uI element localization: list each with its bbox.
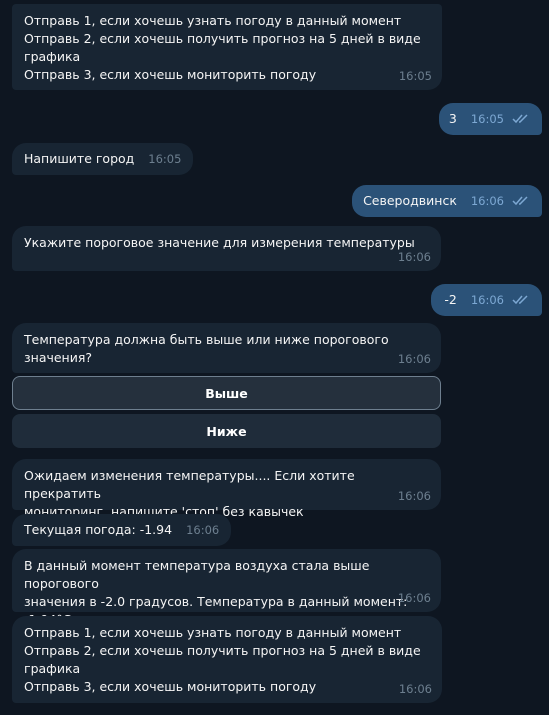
message-text: -2 [444,292,457,307]
message-time: 16:06 [397,250,431,264]
incoming-message: Отправь 1, если хочешь узнать погоду в д… [12,4,442,90]
incoming-message: Температура должна быть выше или ниже по… [12,323,441,373]
below-button[interactable]: Ниже [12,414,441,448]
double-check-icon [512,295,528,305]
outgoing-message: Северодвинск 16:06 [352,185,542,217]
message-text: Отправь 1, если хочешь узнать погоду в д… [24,625,421,694]
incoming-message: Ожидаем изменения температуры.... Если х… [12,459,441,519]
message-text: Укажите пороговое значение для измерения… [24,235,415,250]
outgoing-message: 3 16:05 [438,103,542,135]
message-text: Текущая погода: -1.94 [24,522,173,537]
incoming-message: Укажите пороговое значение для измерения… [12,226,441,271]
above-button[interactable]: Выше [12,376,441,410]
message-time: 16:05 [398,69,432,83]
message-time: 16:06 [397,489,431,503]
message-time: 16:06 [398,682,432,696]
message-text: 3 [448,111,457,126]
message-time: 16:06 [397,352,431,366]
double-check-icon [512,114,528,124]
message-text: Температура должна быть выше или ниже по… [24,332,389,365]
incoming-message: Напишите город 16:05 [12,143,194,175]
incoming-message: Отправь 1, если хочешь узнать погоду в д… [12,616,442,703]
message-text: Ожидаем изменения температуры.... Если х… [24,468,355,519]
message-text: Северодвинск [363,193,457,208]
message-time: 16:06 [470,194,505,208]
incoming-message: Текущая погода: -1.94 16:06 [12,514,232,546]
message-time: 16:05 [470,112,505,126]
message-time: 16:06 [397,591,431,605]
message-time: 16:05 [148,152,182,166]
double-check-icon [512,196,528,206]
message-time: 16:06 [470,293,505,307]
outgoing-message: -2 16:06 [431,284,542,316]
message-text: Напишите город [24,151,135,166]
message-text: Отправь 1, если хочешь узнать погоду в д… [24,13,421,82]
message-time: 16:06 [186,523,220,537]
incoming-message: В данный момент температура воздуха стал… [12,549,441,627]
